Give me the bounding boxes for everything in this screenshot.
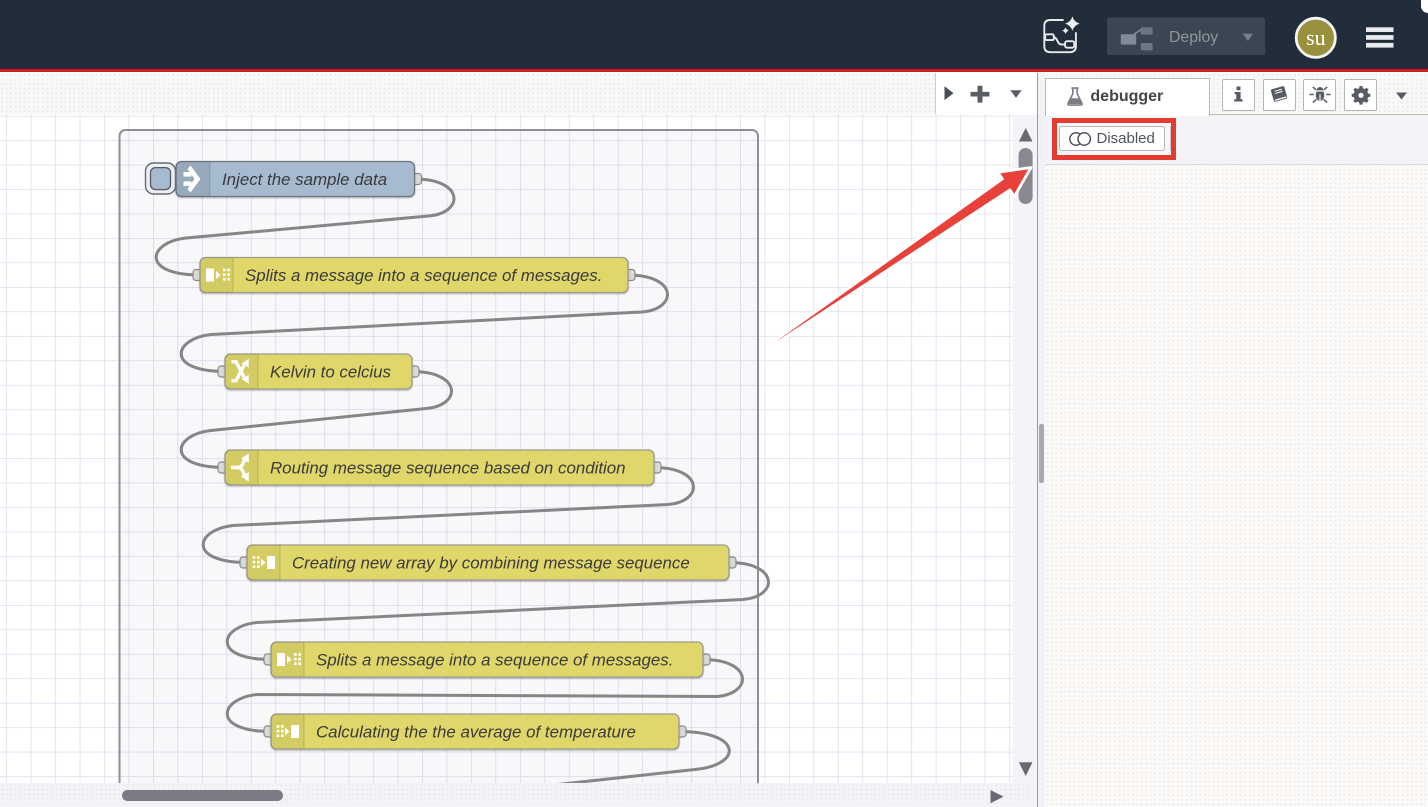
svg-text:Inject the sample data: Inject the sample data: [222, 170, 387, 189]
svg-text:Creating new array by combinin: Creating new array by combining message …: [292, 553, 690, 572]
svg-text:su: su: [1306, 25, 1326, 50]
svg-text:Calculating the the average of: Calculating the the average of temperatu…: [316, 722, 636, 741]
svg-text:Splits a message into a sequen: Splits a message into a sequence of mess…: [316, 650, 673, 669]
svg-text:Routing message sequence based: Routing message sequence based on condit…: [270, 458, 626, 477]
svg-text:Kelvin to celcius: Kelvin to celcius: [270, 362, 392, 381]
svg-text:Deploy: Deploy: [1169, 29, 1218, 46]
svg-text:Splits a message into a sequen: Splits a message into a sequence of mess…: [245, 266, 602, 285]
